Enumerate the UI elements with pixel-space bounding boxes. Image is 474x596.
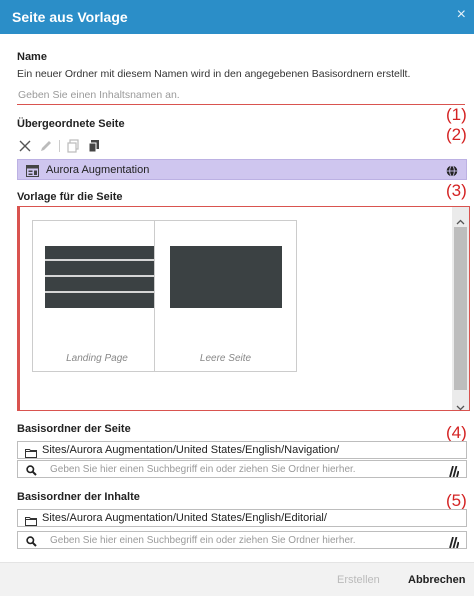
- page-base-search-input[interactable]: [50, 462, 410, 476]
- folder-icon: [25, 513, 37, 531]
- name-input[interactable]: [17, 85, 465, 105]
- parent-page-name: Aurora Augmentation: [46, 164, 150, 176]
- toolbar-divider: [59, 140, 60, 152]
- close-icon[interactable]: ×: [457, 7, 466, 23]
- template-label: Vorlage für die Seite: [17, 191, 123, 203]
- parent-page-item[interactable]: Aurora Augmentation: [17, 159, 467, 180]
- content-base-path: Sites/Aurora Augmentation/United States/…: [42, 512, 327, 524]
- marker-2: (2): [446, 125, 467, 144]
- marker-3: (3): [446, 181, 467, 200]
- template-name: Leere Seite: [199, 353, 252, 364]
- marker-4: (4): [446, 423, 467, 442]
- blank-page-thumbnail: [170, 246, 282, 308]
- dialog-footer: Erstellen Abbrechen: [0, 562, 474, 596]
- page-base-folder[interactable]: Sites/Aurora Augmentation/United States/…: [17, 441, 467, 459]
- template-card-leere-seite[interactable]: Leere Seite: [154, 220, 297, 372]
- template-scrollbar[interactable]: [452, 207, 469, 411]
- paste-icon[interactable]: [86, 138, 102, 154]
- close-icon[interactable]: [17, 138, 33, 154]
- parent-page-toolbar: [17, 138, 107, 154]
- template-chooser: Landing Page Leere Seite: [17, 206, 470, 411]
- page-base-search: [17, 460, 467, 478]
- search-icon: [26, 534, 37, 552]
- library-icon[interactable]: [449, 464, 460, 482]
- name-label: Name: [17, 51, 47, 63]
- cancel-button[interactable]: Abbrechen: [408, 574, 465, 586]
- page-base-path: Sites/Aurora Augmentation/United States/…: [42, 444, 340, 456]
- content-base-search-input[interactable]: [50, 533, 410, 547]
- create-button[interactable]: Erstellen: [337, 574, 380, 586]
- content-base-search: [17, 531, 467, 549]
- landing-page-thumbnail: [45, 246, 157, 308]
- scrollbar-thumb[interactable]: [454, 227, 467, 390]
- search-icon: [26, 463, 37, 481]
- dialog-title: Seite aus Vorlage: [12, 9, 128, 25]
- page-base-label: Basisordner der Seite: [17, 423, 131, 435]
- content-base-folder[interactable]: Sites/Aurora Augmentation/United States/…: [17, 509, 467, 527]
- globe-icon[interactable]: [446, 164, 458, 182]
- pencil-icon[interactable]: [38, 138, 54, 154]
- name-description: Ein neuer Ordner mit diesem Namen wird i…: [17, 68, 411, 80]
- marker-5: (5): [446, 491, 467, 510]
- dialog-title-bar: Seite aus Vorlage ×: [0, 0, 474, 34]
- marker-1: (1): [446, 105, 467, 124]
- template-name: Landing Page: [66, 353, 128, 364]
- content-base-label: Basisordner der Inhalte: [17, 491, 140, 503]
- library-icon[interactable]: [449, 535, 460, 553]
- page-icon: [26, 164, 39, 182]
- parent-page-label: Übergeordnete Seite: [17, 118, 125, 130]
- template-card-landing-page[interactable]: Landing Page: [32, 220, 162, 372]
- chevron-down-icon[interactable]: [456, 398, 465, 416]
- copy-icon[interactable]: [65, 138, 81, 154]
